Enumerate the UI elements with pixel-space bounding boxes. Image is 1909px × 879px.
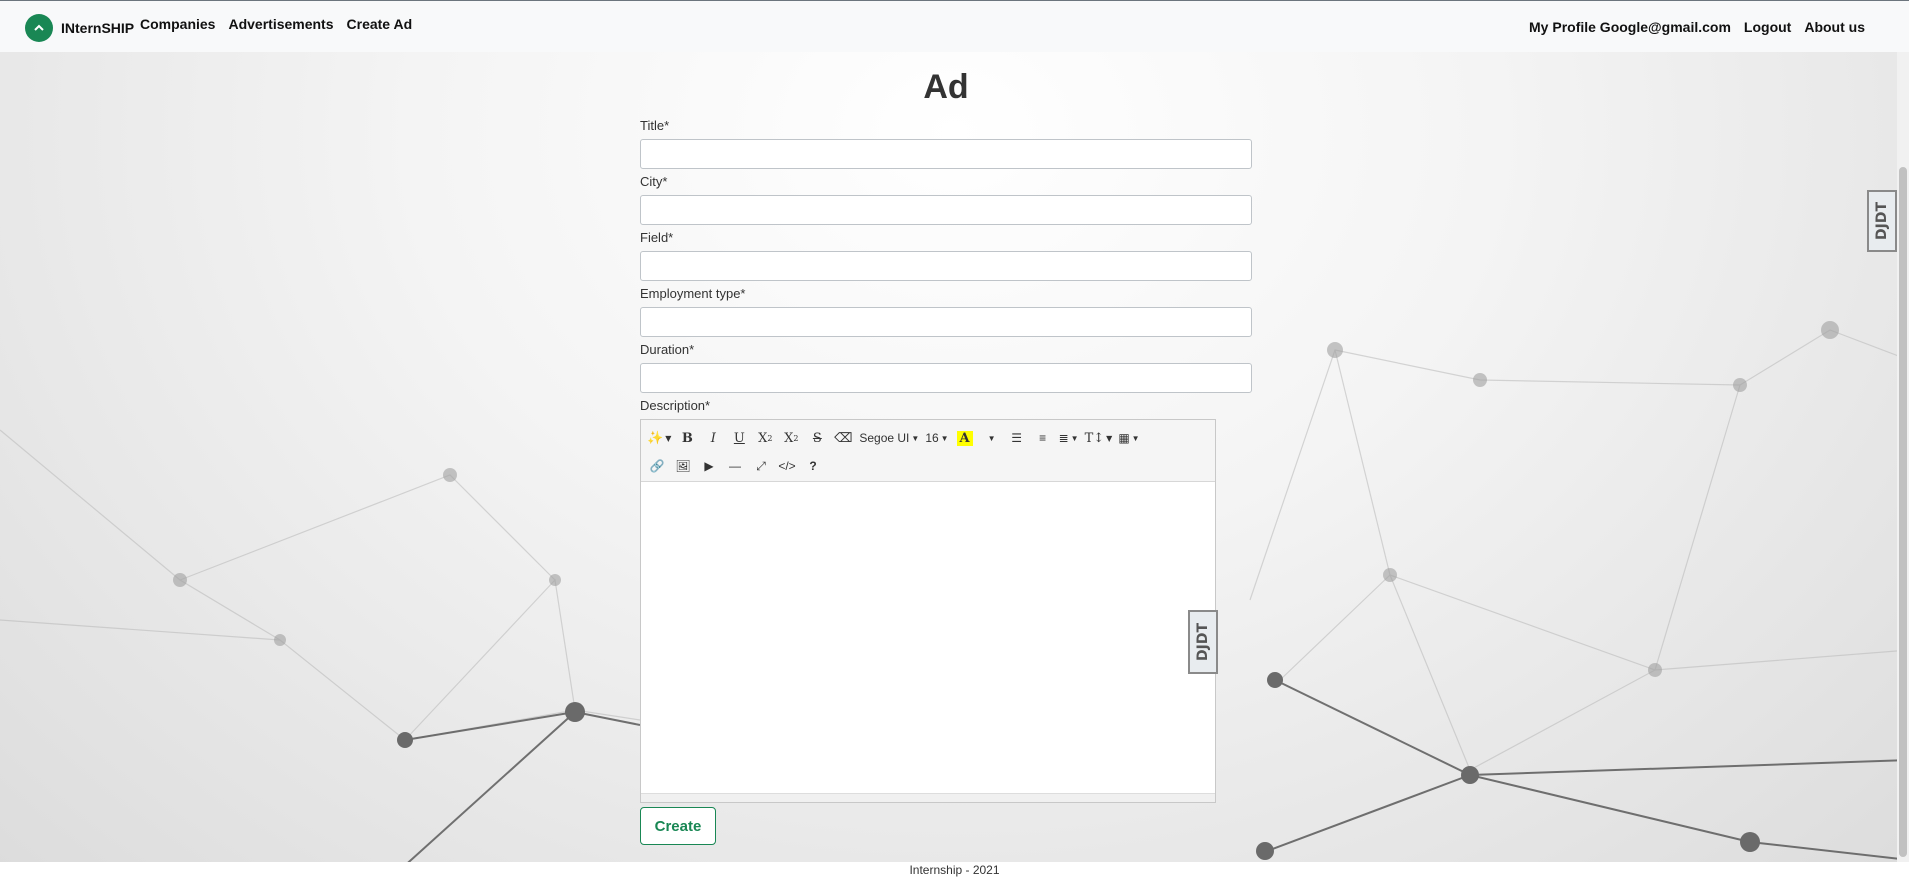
subscript-button[interactable]: X2	[781, 427, 801, 449]
about-us-link[interactable]: About us	[1804, 19, 1865, 35]
ordered-list-icon[interactable]: ≡	[1033, 427, 1053, 449]
font-name-dropdown[interactable]: Segoe UI ▼	[859, 427, 919, 449]
description-label: Description*	[640, 398, 711, 413]
city-field: City*	[640, 172, 1252, 225]
paragraph-align-icon[interactable]: ≣ ▼	[1059, 427, 1079, 449]
city-label: City*	[640, 174, 668, 189]
strikethrough-button[interactable]: S	[807, 427, 827, 449]
field-input[interactable]	[640, 251, 1252, 281]
brand[interactable]: INternSHIP	[25, 14, 134, 42]
footer-text: Internship - 2021	[909, 863, 1000, 877]
page-footer: Internship - 2021	[0, 862, 1909, 879]
nav-create-ad-link[interactable]: Create Ad	[347, 16, 413, 32]
editor-resize-bar[interactable]	[641, 793, 1215, 802]
unordered-list-icon[interactable]: ☰	[1007, 427, 1027, 449]
djdt-label: DJDT	[1195, 623, 1211, 662]
editor-toolbar: ✨ ▼ B I U X2 X2 S ⌫ Segoe UI ▼ 16 ▼ A ▼ ☰ ≡…	[641, 420, 1215, 482]
city-input[interactable]	[640, 195, 1252, 225]
create-button[interactable]: Create	[640, 807, 716, 845]
superscript-button[interactable]: X2	[755, 427, 775, 449]
user-nav: My Profile Google@gmail.com Logout About…	[1529, 19, 1865, 35]
djdt-handle[interactable]: DJDT	[1867, 190, 1897, 252]
duration-input[interactable]	[640, 363, 1252, 393]
eraser-icon[interactable]: ⌫	[833, 427, 853, 449]
fullscreen-icon[interactable]: ⤢	[751, 455, 771, 477]
my-profile-link[interactable]: My Profile Google@gmail.com	[1529, 19, 1731, 35]
duration-label: Duration*	[640, 342, 695, 357]
field-label: Field*	[640, 230, 674, 245]
font-name-value: Segoe UI	[859, 431, 910, 445]
underline-button[interactable]: U	[729, 427, 749, 449]
title-field: Title*	[640, 116, 1252, 169]
font-size-dropdown[interactable]: 16 ▼	[925, 427, 948, 449]
image-icon[interactable]: 🖼	[673, 455, 693, 477]
title-label: Title*	[640, 118, 670, 133]
main-nav: Companies Advertisements Create Ad	[140, 16, 412, 32]
djdt-label-right: DJDT	[1874, 202, 1890, 241]
scrollbar-thumb[interactable]	[1899, 167, 1907, 857]
top-navbar: INternSHIP Companies Advertisements Crea…	[0, 0, 1909, 52]
nav-advertisements-link[interactable]: Advertisements	[228, 16, 333, 32]
help-icon[interactable]: ?	[803, 455, 823, 477]
brand-name: INternSHIP	[61, 20, 135, 36]
highlight-color-button[interactable]: A	[955, 427, 975, 449]
page-title: Ad	[923, 68, 969, 106]
title-input[interactable]	[640, 139, 1252, 169]
rich-text-editor: ✨ ▼ B I U X2 X2 S ⌫ Segoe UI ▼ 16 ▼ A ▼ ☰ ≡…	[640, 419, 1218, 803]
logo-icon	[25, 14, 53, 42]
italic-button[interactable]: I	[703, 427, 723, 449]
djdt-handle-inner[interactable]: DJDT	[1188, 610, 1218, 674]
color-dropdown-caret-icon[interactable]: ▼	[981, 427, 1001, 449]
nav-companies-link[interactable]: Companies	[140, 16, 215, 32]
link-icon[interactable]: 🔗	[647, 455, 667, 477]
table-icon[interactable]: ▦ ▼	[1118, 427, 1139, 449]
duration-field: Duration*	[640, 340, 1252, 393]
code-view-icon[interactable]: </>	[777, 455, 797, 477]
ad-form-container: Ad Title* City* Field* Employment type* …	[640, 52, 1252, 845]
editor-content-area[interactable]	[641, 482, 1215, 802]
horizontal-rule-icon[interactable]: —	[725, 455, 745, 477]
line-height-icon[interactable]: T↕ ▼	[1085, 427, 1113, 449]
employment-type-field: Employment type*	[640, 284, 1252, 337]
logout-link[interactable]: Logout	[1744, 19, 1791, 35]
page-scrollbar[interactable]	[1897, 52, 1909, 862]
bold-button[interactable]: B	[677, 427, 697, 449]
magic-wand-icon[interactable]: ✨ ▼	[647, 427, 671, 449]
font-size-value: 16	[925, 431, 939, 445]
employment-type-label: Employment type*	[640, 286, 746, 301]
video-icon[interactable]: ▶	[699, 455, 719, 477]
employment-type-input[interactable]	[640, 307, 1252, 337]
field-field: Field*	[640, 228, 1252, 281]
